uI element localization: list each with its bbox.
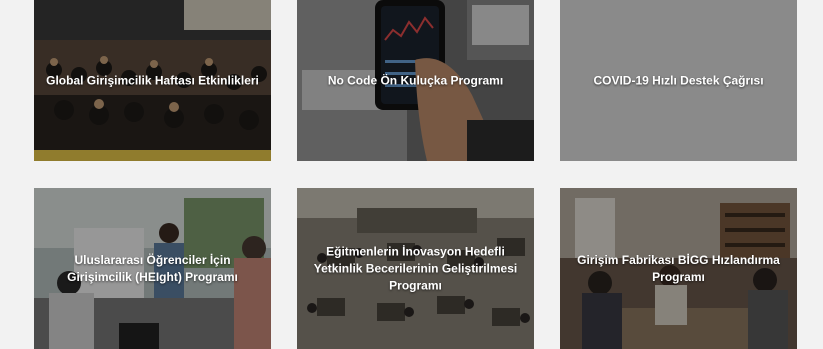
program-card-trainer-innovation-competency[interactable]: Eğitmenlerin İnovasyon Hedefli Yetkinlik… [297,188,534,349]
program-card-bigg-acceleration[interactable]: Girişim Fabrikası BİGG Hızlandırma Progr… [560,188,797,349]
program-card-title: Uluslararası Öğrenciler İçin Girişimcili… [67,252,238,284]
program-card-title: Eğitmenlerin İnovasyon Hedefli Yetkinlik… [313,244,518,292]
program-card-no-code-pre-incubation[interactable]: No Code Ön Kuluçka Programı [297,0,534,161]
program-card-height-international-students[interactable]: Uluslararası Öğrenciler İçin Girişimcili… [34,188,271,349]
program-card-title: COVID-19 Hızlı Destek Çağrısı [593,73,764,87]
program-card-covid19-support-call[interactable]: COVID-19 Hızlı Destek Çağrısı [560,0,797,161]
program-card-title: Global Girişimcilik Haftası Etkinlikleri [46,73,259,87]
program-card-title: No Code Ön Kuluçka Programı [327,73,504,87]
program-grid: Global Girişimcilik Haftası Etkinlikleri… [6,0,817,349]
program-card-title: Girişim Fabrikası BİGG Hızlandırma Progr… [577,252,780,284]
program-card-global-entrepreneurship-week[interactable]: Global Girişimcilik Haftası Etkinlikleri [34,0,271,161]
